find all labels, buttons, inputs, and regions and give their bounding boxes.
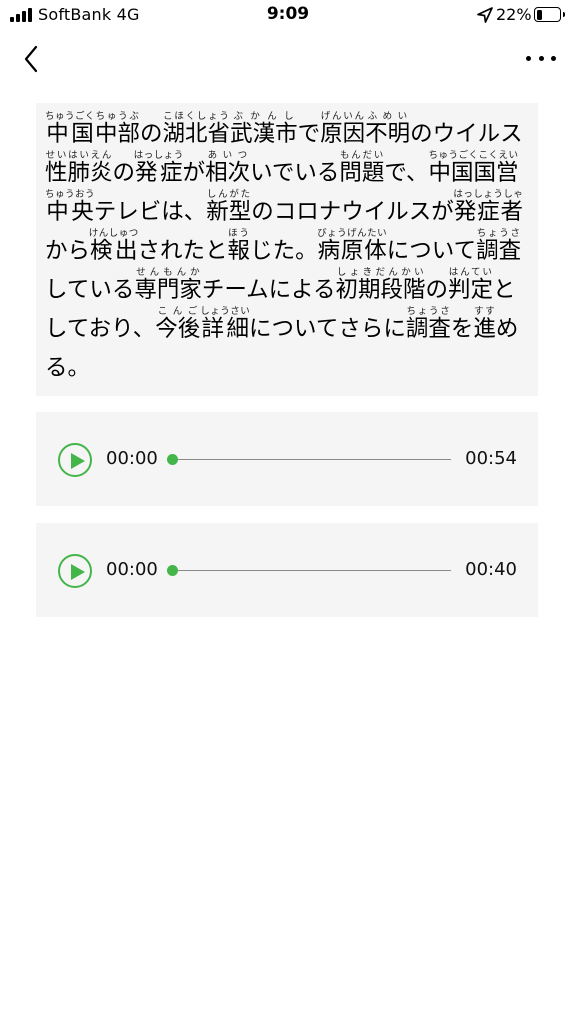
text-segment: の [425, 277, 449, 303]
ruby-word: 中央ちゅうおう [45, 189, 96, 225]
ruby-word: 問題もんだい [339, 150, 385, 186]
text-segment: について [386, 238, 477, 264]
duration-time: 00:54 [465, 448, 517, 469]
text-segment: から [45, 238, 91, 264]
furigana: ぶかんし [230, 111, 298, 122]
furigana: せんもんか [134, 267, 202, 278]
furigana: ちゅうごくこくえい [428, 150, 519, 161]
chevron-left-icon [24, 45, 38, 73]
furigana: ふめい [365, 111, 411, 122]
article-text: 中国ちゅうごく中部ちゅうぶの湖北省こほくしょう武漢市ぶかんしで原因げんいん不明ふ… [45, 111, 530, 388]
more-button[interactable] [526, 47, 556, 69]
text-segment: テレビは、 [93, 199, 207, 225]
furigana: こほくしょう [162, 111, 231, 122]
ruby-word: 中国国営ちゅうごくこくえい [428, 150, 519, 186]
back-button[interactable] [14, 42, 48, 76]
ruby-word: 発症はっしょう [133, 150, 184, 186]
ruby-word: 今後こんご [155, 306, 201, 342]
ruby-word: 報ほう [227, 228, 251, 264]
furigana: びょうげんたい [317, 228, 388, 239]
status-bar: SoftBank 4G 9:09 22% [0, 0, 576, 34]
furigana: ちょうさ [476, 228, 522, 239]
ruby-word: 専門家せんもんか [134, 267, 202, 303]
ruby-word: 相次あいつ [205, 150, 251, 186]
audio-player: 00:00 00:40 [36, 523, 538, 617]
ruby-word: 新型しんがた [206, 189, 252, 225]
battery-icon [534, 7, 565, 22]
furigana: もんだい [339, 150, 385, 161]
ruby-word: 判定はんてい [448, 267, 494, 303]
furigana: げんいん [320, 111, 366, 122]
play-button[interactable] [58, 443, 92, 477]
text-segment: チームによる [201, 277, 336, 303]
progress-knob[interactable] [167, 454, 178, 465]
progress-track[interactable] [170, 570, 451, 571]
play-button[interactable] [58, 554, 92, 588]
ruby-word: 性肺炎せいはいえん [45, 150, 113, 186]
furigana: はっしょう [133, 150, 184, 161]
ruby-word: 武漢市ぶかんし [230, 111, 298, 147]
text-segment: で、 [384, 160, 429, 186]
furigana: ほう [227, 228, 251, 239]
ruby-word: 中部ちゅうぶ [95, 111, 141, 147]
furigana: あいつ [205, 150, 251, 161]
article-card: 中国ちゅうごく中部ちゅうぶの湖北省こほくしょう武漢市ぶかんしで原因げんいん不明ふ… [36, 103, 538, 396]
current-time: 00:00 [106, 559, 158, 580]
furigana: はっしょうしゃ [453, 189, 524, 200]
text-segment: が [182, 160, 206, 186]
nav-bar [0, 34, 576, 84]
battery-percent: 22% [496, 5, 532, 24]
text-segment: している [45, 277, 135, 303]
text-segment: じた。 [250, 238, 318, 264]
ellipsis-icon [526, 55, 531, 61]
ruby-word: 初期段階しょきだんかい [335, 267, 426, 303]
location-arrow-icon [477, 7, 493, 23]
furigana: しんがた [206, 189, 252, 200]
ruby-word: 不明ふめい [365, 111, 411, 147]
ruby-word: 検出けんしゅつ [88, 228, 139, 264]
furigana: はんてい [448, 267, 494, 278]
text-segment: のコロナウイルスが [251, 199, 454, 225]
ruby-word: 調査ちょうさ [405, 306, 451, 342]
duration-time: 00:40 [465, 559, 517, 580]
ruby-word: 進すす [473, 306, 496, 342]
furigana: こんご [155, 306, 201, 317]
furigana: ちゅうぶ [95, 111, 141, 122]
furigana: すす [473, 306, 496, 317]
ruby-word: 発症者はっしょうしゃ [453, 189, 524, 225]
ruby-word: 中国ちゅうごく [45, 111, 96, 147]
progress-knob[interactable] [167, 565, 178, 576]
text-segment: のウイルス [410, 121, 523, 147]
ruby-word: 原因げんいん [320, 111, 366, 147]
furigana: ちゅうおう [45, 189, 96, 200]
text-segment: を [450, 316, 474, 342]
furigana: しょきだんかい [335, 267, 426, 278]
text-segment: されたと [137, 238, 228, 264]
ruby-word: 詳細しょうさい [200, 306, 251, 342]
ruby-word: 調査ちょうさ [476, 228, 522, 264]
furigana: せいはいえん [45, 150, 113, 161]
current-time: 00:00 [106, 448, 158, 469]
text-segment: で [297, 121, 321, 147]
text-segment: いでいる [250, 160, 340, 186]
furigana: けんしゅつ [88, 228, 139, 239]
furigana: ちょうさ [405, 306, 451, 317]
text-segment: の [112, 160, 136, 186]
ruby-word: 病原体びょうげんたい [317, 228, 388, 264]
text-segment: の [140, 121, 163, 147]
progress-track[interactable] [170, 459, 451, 460]
text-segment: についてさらに [249, 316, 406, 342]
audio-player: 00:00 00:54 [36, 412, 538, 506]
furigana: しょうさい [200, 306, 251, 317]
furigana: ちゅうごく [45, 111, 96, 122]
ruby-word: 湖北省こほくしょう [162, 111, 231, 147]
